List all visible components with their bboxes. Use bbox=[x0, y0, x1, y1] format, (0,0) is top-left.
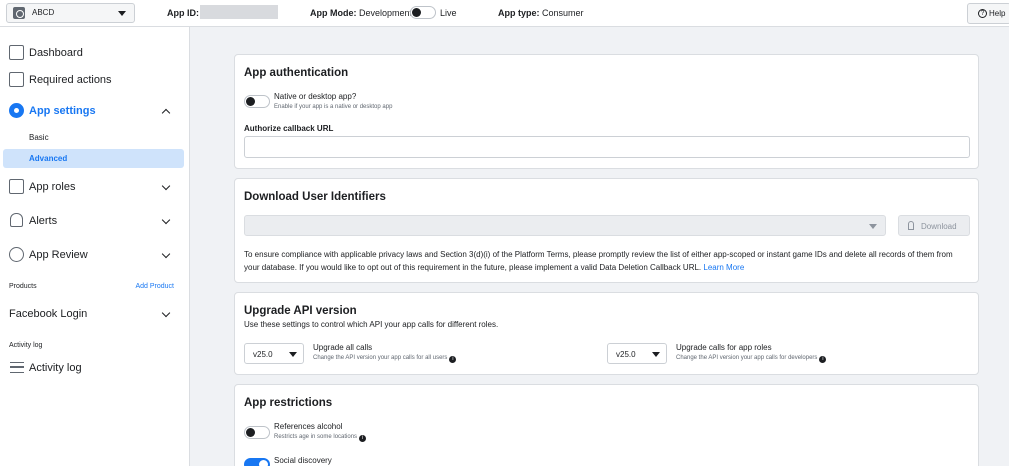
app-roles-version-select[interactable]: v25.0 bbox=[607, 343, 667, 364]
sidebar-item-label: Alerts bbox=[29, 215, 58, 227]
social-discovery-label: Social discovery bbox=[274, 456, 332, 465]
callback-url-label: Authorize callback URL bbox=[244, 124, 334, 133]
references-alcohol-label: References alcohol bbox=[274, 422, 343, 431]
native-app-label: Native or desktop app? bbox=[274, 92, 357, 101]
references-alcohol-description: Restricts age in some locations i bbox=[274, 434, 367, 442]
question-icon: ? bbox=[978, 9, 987, 18]
download-icon bbox=[908, 221, 914, 230]
app-id-redacted bbox=[200, 5, 278, 19]
download-user-identifiers-card: Download User Identifiers Download To en… bbox=[234, 178, 979, 283]
app-icon bbox=[13, 7, 25, 19]
chevron-up-icon bbox=[161, 108, 171, 118]
compliance-notice: To ensure compliance with applicable pri… bbox=[244, 248, 969, 274]
info-icon[interactable]: i bbox=[449, 356, 457, 363]
sidebar-subitem-advanced[interactable]: Advanced bbox=[3, 149, 184, 168]
chevron-down-icon bbox=[869, 224, 877, 229]
app-roles-icon bbox=[9, 179, 24, 194]
native-app-description: Enable if your app is a native or deskto… bbox=[274, 104, 393, 110]
download-label: Download bbox=[921, 222, 957, 231]
app-mode-label: App Mode: Development bbox=[310, 8, 413, 18]
card-title: Download User Identifiers bbox=[244, 191, 386, 203]
gear-icon bbox=[9, 103, 24, 118]
checklist-icon bbox=[9, 72, 24, 87]
compliance-text: To ensure compliance with applicable pri… bbox=[244, 250, 953, 272]
check-circle-icon bbox=[9, 247, 24, 262]
references-alcohol-toggle[interactable] bbox=[244, 426, 270, 439]
identifiers-select[interactable] bbox=[244, 215, 886, 236]
social-discovery-toggle[interactable] bbox=[244, 458, 270, 466]
chevron-down-icon bbox=[289, 352, 297, 357]
sidebar-subitem-basic[interactable]: Basic bbox=[29, 133, 49, 142]
home-icon bbox=[9, 45, 24, 60]
sidebar-item-label: Dashboard bbox=[29, 47, 83, 59]
version-value: v25.0 bbox=[253, 350, 273, 359]
top-bar: ABCD App ID: 1 App Mode: Development Liv… bbox=[0, 0, 1009, 27]
toggle-knob bbox=[246, 428, 255, 437]
chevron-down-icon bbox=[652, 352, 660, 357]
sidebar-item-label: App roles bbox=[29, 181, 76, 193]
sidebar-item-app-roles[interactable]: App roles bbox=[0, 176, 190, 200]
sidebar-item-activity-log[interactable]: Activity log bbox=[0, 357, 190, 381]
native-app-toggle[interactable] bbox=[244, 95, 270, 108]
chevron-down-icon bbox=[161, 249, 171, 259]
info-icon[interactable]: i bbox=[819, 356, 827, 363]
chevron-down-icon bbox=[161, 181, 171, 191]
help-button[interactable]: ? Help bbox=[967, 3, 1009, 24]
sidebar-item-label: Facebook Login bbox=[9, 308, 88, 320]
live-label: Live bbox=[440, 8, 457, 18]
learn-more-link[interactable]: Learn More bbox=[703, 263, 744, 272]
chevron-down-icon bbox=[118, 11, 126, 16]
bell-icon bbox=[10, 213, 23, 227]
info-icon[interactable]: i bbox=[359, 435, 367, 442]
toggle-knob bbox=[259, 460, 268, 466]
list-icon bbox=[10, 362, 24, 373]
upgrade-app-roles-description: Change the API version your app calls fo… bbox=[676, 355, 827, 363]
products-section-label: Products bbox=[9, 283, 37, 290]
upgrade-all-calls-label: Upgrade all calls bbox=[313, 343, 373, 352]
app-selector-dropdown[interactable]: ABCD bbox=[6, 3, 135, 23]
app-name: ABCD bbox=[32, 8, 55, 17]
app-type-label: App type: Consumer bbox=[498, 8, 584, 18]
app-authentication-card: App authentication Native or desktop app… bbox=[234, 54, 979, 169]
toggle-knob bbox=[246, 97, 255, 106]
download-button[interactable]: Download bbox=[898, 215, 970, 236]
app-restrictions-card: App restrictions References alcohol Rest… bbox=[234, 384, 979, 466]
app-mode-toggle[interactable] bbox=[410, 6, 436, 19]
sidebar-item-app-settings[interactable]: App settings bbox=[0, 100, 190, 124]
upgrade-api-subtitle: Use these settings to control which API … bbox=[244, 320, 499, 329]
upgrade-api-version-card: Upgrade API version Use these settings t… bbox=[234, 292, 979, 375]
card-title: Upgrade API version bbox=[244, 305, 357, 317]
chevron-down-icon bbox=[161, 308, 171, 318]
sidebar-item-required-actions[interactable]: Required actions bbox=[0, 69, 190, 93]
all-calls-version-select[interactable]: v25.0 bbox=[244, 343, 304, 364]
card-title: App authentication bbox=[244, 67, 349, 79]
sidebar-item-label: App settings bbox=[29, 105, 96, 117]
upgrade-all-calls-description: Change the API version your app calls fo… bbox=[313, 355, 457, 363]
upgrade-app-roles-label: Upgrade calls for app roles bbox=[676, 343, 772, 352]
help-label: Help bbox=[989, 9, 1006, 18]
callback-url-input[interactable] bbox=[244, 136, 970, 158]
add-product-link[interactable]: Add Product bbox=[135, 283, 174, 290]
sidebar-item-label: App Review bbox=[29, 249, 88, 261]
sidebar-item-dashboard[interactable]: Dashboard bbox=[0, 42, 190, 66]
chevron-down-icon bbox=[161, 215, 171, 225]
sidebar-item-alerts[interactable]: Alerts bbox=[0, 210, 190, 234]
sidebar: Dashboard Required actions App settings … bbox=[0, 27, 190, 466]
card-title: App restrictions bbox=[244, 397, 333, 409]
toggle-knob bbox=[412, 8, 421, 17]
sidebar-item-app-review[interactable]: App Review bbox=[0, 244, 190, 268]
activity-log-section-label: Activity log bbox=[9, 342, 43, 349]
sidebar-item-facebook-login[interactable]: Facebook Login bbox=[0, 303, 190, 327]
version-value: v25.0 bbox=[616, 350, 636, 359]
sidebar-item-label: Activity log bbox=[29, 362, 82, 374]
sidebar-item-label: Required actions bbox=[29, 74, 112, 86]
